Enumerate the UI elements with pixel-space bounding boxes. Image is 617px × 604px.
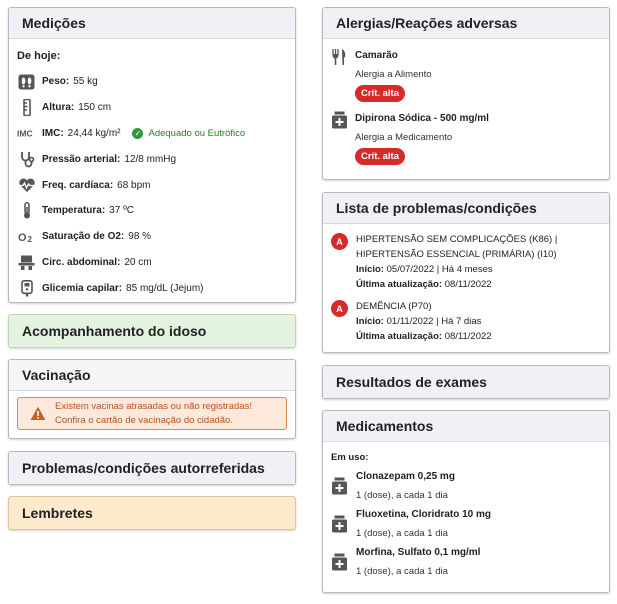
warning-icon bbox=[30, 406, 46, 420]
vital-value: 85 mg/dL (Jejum) bbox=[126, 282, 204, 294]
vital-label: Glicemia capilar: bbox=[42, 282, 123, 294]
alergia-item: Camarão Alergia a Alimento Crít. alta bbox=[323, 48, 609, 102]
medicamentos-card: Medicamentos Em uso: Clonazepam 0,25 mg … bbox=[322, 410, 610, 593]
svg-text:IMC: IMC bbox=[17, 129, 33, 139]
lembretes-card[interactable]: Lembretes bbox=[8, 496, 296, 530]
criticality-badge: Crít. alta bbox=[355, 85, 406, 102]
problema-inicio: Início: 05/07/2022 | Há 4 meses bbox=[356, 264, 493, 275]
medicamento-item: Fluoxetina, Cloridrato 10 mg 1 (dose), a… bbox=[323, 509, 609, 539]
vital-label: Altura: bbox=[42, 102, 75, 114]
vital-altura: Altura: 150 cm bbox=[17, 95, 287, 121]
vital-label: Pressão arterial: bbox=[42, 153, 121, 165]
vital-peso: Peso: 55 kg bbox=[17, 69, 287, 95]
medicamento-name: Morfina, Sulfato 0,1 mg/ml bbox=[356, 547, 481, 558]
vital-imc: IMC IMC: 24,44 kg/m² ✓ Adequado ou Eutró… bbox=[17, 121, 287, 147]
o2-icon: O2 bbox=[17, 228, 36, 245]
lembretes-title[interactable]: Lembretes bbox=[9, 497, 295, 529]
imc-status: ✓ Adequado ou Eutrófico bbox=[132, 127, 246, 139]
resultados-exames-title[interactable]: Resultados de exames bbox=[323, 366, 609, 398]
heart-pulse-icon bbox=[17, 177, 36, 194]
warning-line2: Confira o cartão de vacinação do cidadão… bbox=[55, 414, 233, 426]
footprints-icon bbox=[17, 73, 36, 90]
vital-circ: Circ. abdominal: 20 cm bbox=[17, 250, 287, 276]
vital-value: 37 ºC bbox=[109, 205, 134, 217]
problema-atualizacao: Última atualização: 08/11/2022 bbox=[356, 331, 492, 342]
cutlery-icon bbox=[331, 48, 348, 66]
vital-saturacao: O2 Saturação de O2: 98 % bbox=[17, 224, 287, 250]
vital-freq: Freq. cardíaca: 68 bpm bbox=[17, 172, 287, 198]
vital-value: 68 bpm bbox=[117, 179, 151, 191]
problema-inicio: Início: 01/11/2022 | Há 7 dias bbox=[356, 316, 482, 327]
medicamentos-title[interactable]: Medicamentos bbox=[323, 411, 609, 442]
problema-item: A HIPERTENSÃO SEM COMPLICAÇÕES (K86) | H… bbox=[323, 232, 609, 292]
problemas-autorreferidas-title[interactable]: Problemas/condições autorreferidas bbox=[9, 452, 295, 484]
glucometer-icon bbox=[17, 279, 36, 297]
resultados-exames-card[interactable]: Resultados de exames bbox=[322, 365, 610, 399]
alergia-type: Alergia a Medicamento bbox=[355, 132, 453, 143]
medicamento-item: Morfina, Sulfato 0,1 mg/ml 1 (dose), a c… bbox=[323, 547, 609, 577]
medicamento-name: Fluoxetina, Cloridrato 10 mg bbox=[356, 509, 492, 520]
waist-icon bbox=[17, 254, 36, 271]
alergia-name: Camarão bbox=[355, 50, 398, 61]
problema-item: A DEMÊNCIA (P70) Início: 01/11/2022 | Há… bbox=[323, 299, 609, 344]
vital-value: 20 cm bbox=[124, 256, 152, 268]
vital-temperatura: Temperatura: 37 ºC bbox=[17, 198, 287, 224]
problemas-autorreferidas-card[interactable]: Problemas/condições autorreferidas bbox=[8, 451, 296, 485]
vital-value: 55 kg bbox=[73, 76, 98, 88]
alergia-item: Dipirona Sódica - 500 mg/ml Alergia a Me… bbox=[323, 111, 609, 165]
vital-value: 12/8 mmHg bbox=[124, 153, 177, 165]
ruler-icon bbox=[17, 99, 36, 117]
medicoes-title[interactable]: Medições bbox=[9, 8, 295, 39]
lista-problemas-card: Lista de problemas/condições A HIPERTENS… bbox=[322, 192, 610, 353]
problema-atualizacao: Última atualização: 08/11/2022 bbox=[356, 279, 492, 290]
medicoes-card: Medições De hoje: Peso: 55 kg Altura: 15… bbox=[8, 7, 296, 303]
acompanhamento-card[interactable]: Acompanhamento do idoso bbox=[8, 314, 296, 348]
alergia-name: Dipirona Sódica - 500 mg/ml bbox=[355, 113, 489, 124]
medicine-box-icon bbox=[331, 477, 348, 495]
vacinacao-warning: Existem vacinas atrasadas ou não registr… bbox=[17, 397, 287, 430]
acompanhamento-title[interactable]: Acompanhamento do idoso bbox=[9, 315, 295, 347]
vital-label: Circ. abdominal: bbox=[42, 256, 121, 268]
vital-label: IMC: bbox=[42, 127, 64, 139]
medicine-box-icon bbox=[331, 515, 348, 533]
vital-glicemia: Glicemia capilar: 85 mg/dL (Jejum) bbox=[17, 275, 287, 301]
vital-pressao: Pressão arterial: 12/8 mmHg bbox=[17, 146, 287, 172]
alergias-title[interactable]: Alergias/Reações adversas bbox=[323, 8, 609, 39]
vital-label: Temperatura: bbox=[42, 205, 106, 217]
medicamento-dose: 1 (dose), a cada 1 dia bbox=[356, 490, 448, 501]
imc-icon: IMC bbox=[17, 125, 36, 142]
imc-status-text: Adequado ou Eutrófico bbox=[148, 127, 246, 139]
svg-text:2: 2 bbox=[28, 235, 33, 243]
vital-value: 24,44 kg/m² bbox=[67, 127, 121, 139]
vital-label: Peso: bbox=[42, 76, 70, 88]
stethoscope-icon bbox=[17, 151, 36, 168]
vital-value: 98 % bbox=[128, 231, 152, 243]
thermometer-icon bbox=[17, 202, 36, 219]
de-hoje-label: De hoje: bbox=[17, 50, 61, 62]
problema-name-line1: DEMÊNCIA (P70) bbox=[356, 301, 432, 312]
alergia-type: Alergia a Alimento bbox=[355, 69, 432, 80]
active-marker: A bbox=[331, 300, 348, 317]
vacinacao-title[interactable]: Vacinação bbox=[9, 360, 295, 391]
alergias-card: Alergias/Reações adversas Camarão Alergi… bbox=[322, 7, 610, 180]
medicine-box-icon bbox=[331, 553, 348, 571]
vacinacao-card: Vacinação Existem vacinas atrasadas ou n… bbox=[8, 359, 296, 439]
problema-name-line1: HIPERTENSÃO SEM COMPLICAÇÕES (K86) | bbox=[356, 234, 558, 245]
active-marker: A bbox=[331, 233, 348, 250]
problema-name-line2: HIPERTENSÃO ESSENCIAL (PRIMÁRIA) (I10) bbox=[356, 249, 557, 260]
warning-line1: Existem vacinas atrasadas ou não registr… bbox=[55, 400, 252, 412]
medicamento-dose: 1 (dose), a cada 1 dia bbox=[356, 528, 448, 539]
lista-problemas-title[interactable]: Lista de problemas/condições bbox=[323, 193, 609, 224]
medicine-box-icon bbox=[331, 111, 348, 129]
medicamento-item: Clonazepam 0,25 mg 1 (dose), a cada 1 di… bbox=[323, 471, 609, 501]
vital-label: Freq. cardíaca: bbox=[42, 179, 114, 191]
medicamento-name: Clonazepam 0,25 mg bbox=[356, 471, 455, 482]
vital-label: Saturação de O2: bbox=[42, 231, 125, 243]
vital-value: 150 cm bbox=[78, 102, 112, 114]
criticality-badge: Crít. alta bbox=[355, 148, 406, 165]
svg-text:O: O bbox=[18, 232, 27, 243]
em-uso-label: Em uso: bbox=[331, 452, 369, 463]
check-icon: ✓ bbox=[132, 127, 144, 139]
medicamento-dose: 1 (dose), a cada 1 dia bbox=[356, 566, 448, 577]
